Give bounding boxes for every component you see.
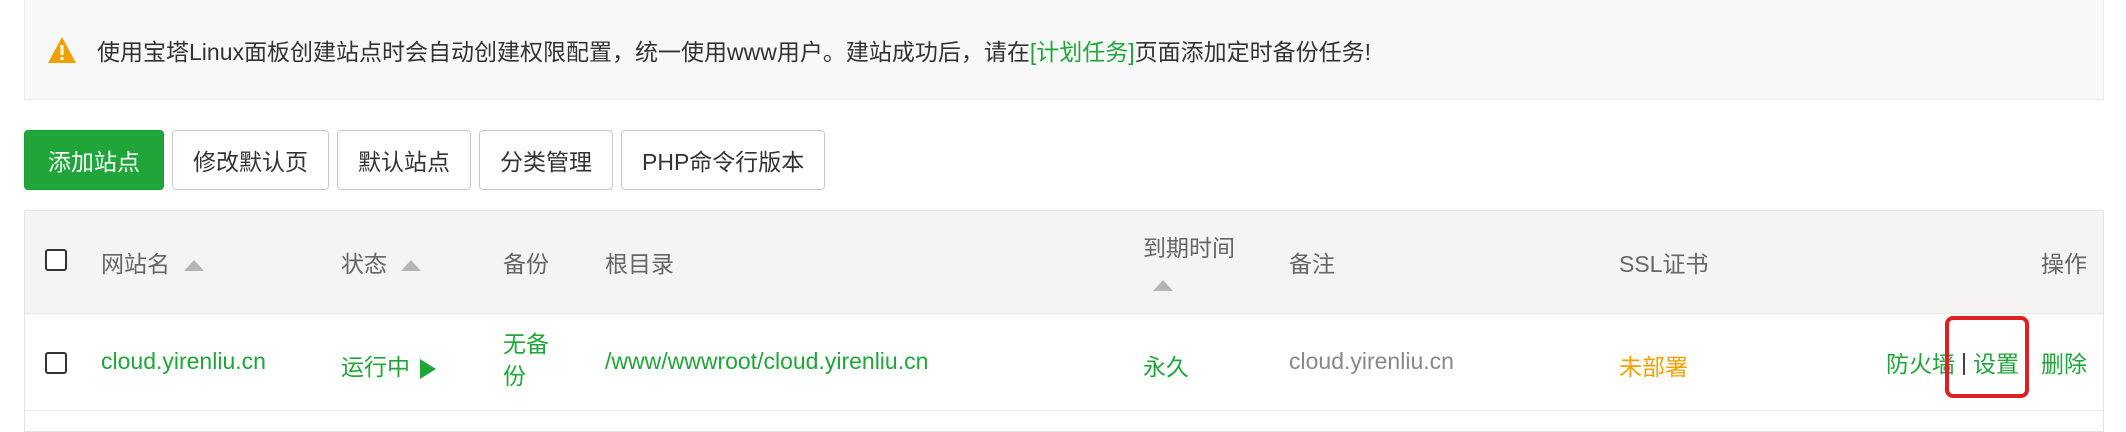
category-manage-button[interactable]: 分类管理	[479, 130, 613, 190]
column-header-name[interactable]: 网站名	[101, 245, 204, 279]
backup-line-1: 无备	[503, 331, 549, 357]
cron-task-link[interactable]: [计划任务]	[1030, 39, 1135, 65]
column-header-ssl: SSL证书	[1619, 251, 1709, 277]
highlight-box	[1945, 316, 2029, 398]
play-icon	[420, 358, 436, 379]
table-header: 网站名 状态 备份 根目录 到期时间 备注 SSL证书 操作	[25, 211, 2103, 314]
column-header-actions: 操作	[2041, 251, 2087, 277]
toolbar: 添加站点 修改默认页 默认站点 分类管理 PHP命令行版本	[24, 130, 826, 190]
sort-up-icon[interactable]	[401, 260, 421, 272]
warning-triangle-icon	[47, 34, 79, 66]
default-site-button[interactable]: 默认站点	[337, 130, 471, 190]
root-dir-link[interactable]: /www/wwwroot/cloud.yirenliu.cn	[605, 348, 928, 375]
table-row: cloud.yirenliu.cn 运行中 无备 份 /www/wwwroot/…	[25, 314, 2103, 411]
delete-link[interactable]: 删除	[2041, 345, 2087, 379]
column-header-status[interactable]: 状态	[341, 245, 421, 279]
add-site-button[interactable]: 添加站点	[24, 130, 164, 190]
notice-text-after: 页面添加定时备份任务!	[1134, 38, 1371, 65]
backup-line-2: 份	[503, 363, 526, 389]
notice-bar: 使用宝塔Linux面板创建站点时会自动创建权限配置，统一使用www用户。建站成功…	[24, 0, 2104, 100]
sort-up-icon[interactable]	[184, 260, 204, 272]
status-toggle[interactable]: 运行中	[341, 348, 436, 382]
backup-link[interactable]: 无备 份	[503, 328, 549, 392]
row-checkbox[interactable]	[45, 352, 67, 374]
note-field[interactable]: cloud.yirenliu.cn	[1289, 348, 1454, 375]
site-table: 网站名 状态 备份 根目录 到期时间 备注 SSL证书 操作 cloud.yir…	[24, 210, 2104, 432]
column-header-name-label: 网站名	[101, 251, 170, 277]
site-name-link[interactable]: cloud.yirenliu.cn	[101, 348, 266, 375]
notice-text-before: 使用宝塔Linux面板创建站点时会自动创建权限配置，统一使用www用户。建站成功…	[97, 38, 1030, 65]
column-header-note: 备注	[1289, 251, 1335, 277]
column-header-expire[interactable]: 到期时间	[1143, 229, 1235, 298]
column-header-status-label: 状态	[341, 251, 387, 277]
php-cli-version-button[interactable]: PHP命令行版本	[621, 130, 826, 190]
column-header-backup: 备份	[503, 251, 549, 277]
expire-link[interactable]: 永久	[1143, 348, 1189, 382]
status-label: 运行中	[341, 354, 410, 380]
notice-text: 使用宝塔Linux面板创建站点时会自动创建权限配置，统一使用www用户。建站成功…	[97, 33, 1371, 67]
column-header-expire-label: 到期时间	[1143, 235, 1235, 261]
edit-default-page-button[interactable]: 修改默认页	[172, 130, 329, 190]
column-header-root: 根目录	[605, 251, 674, 277]
select-all-checkbox[interactable]	[45, 249, 67, 271]
sort-up-icon[interactable]	[1153, 280, 1173, 292]
ssl-status-link[interactable]: 未部署	[1619, 348, 1688, 382]
